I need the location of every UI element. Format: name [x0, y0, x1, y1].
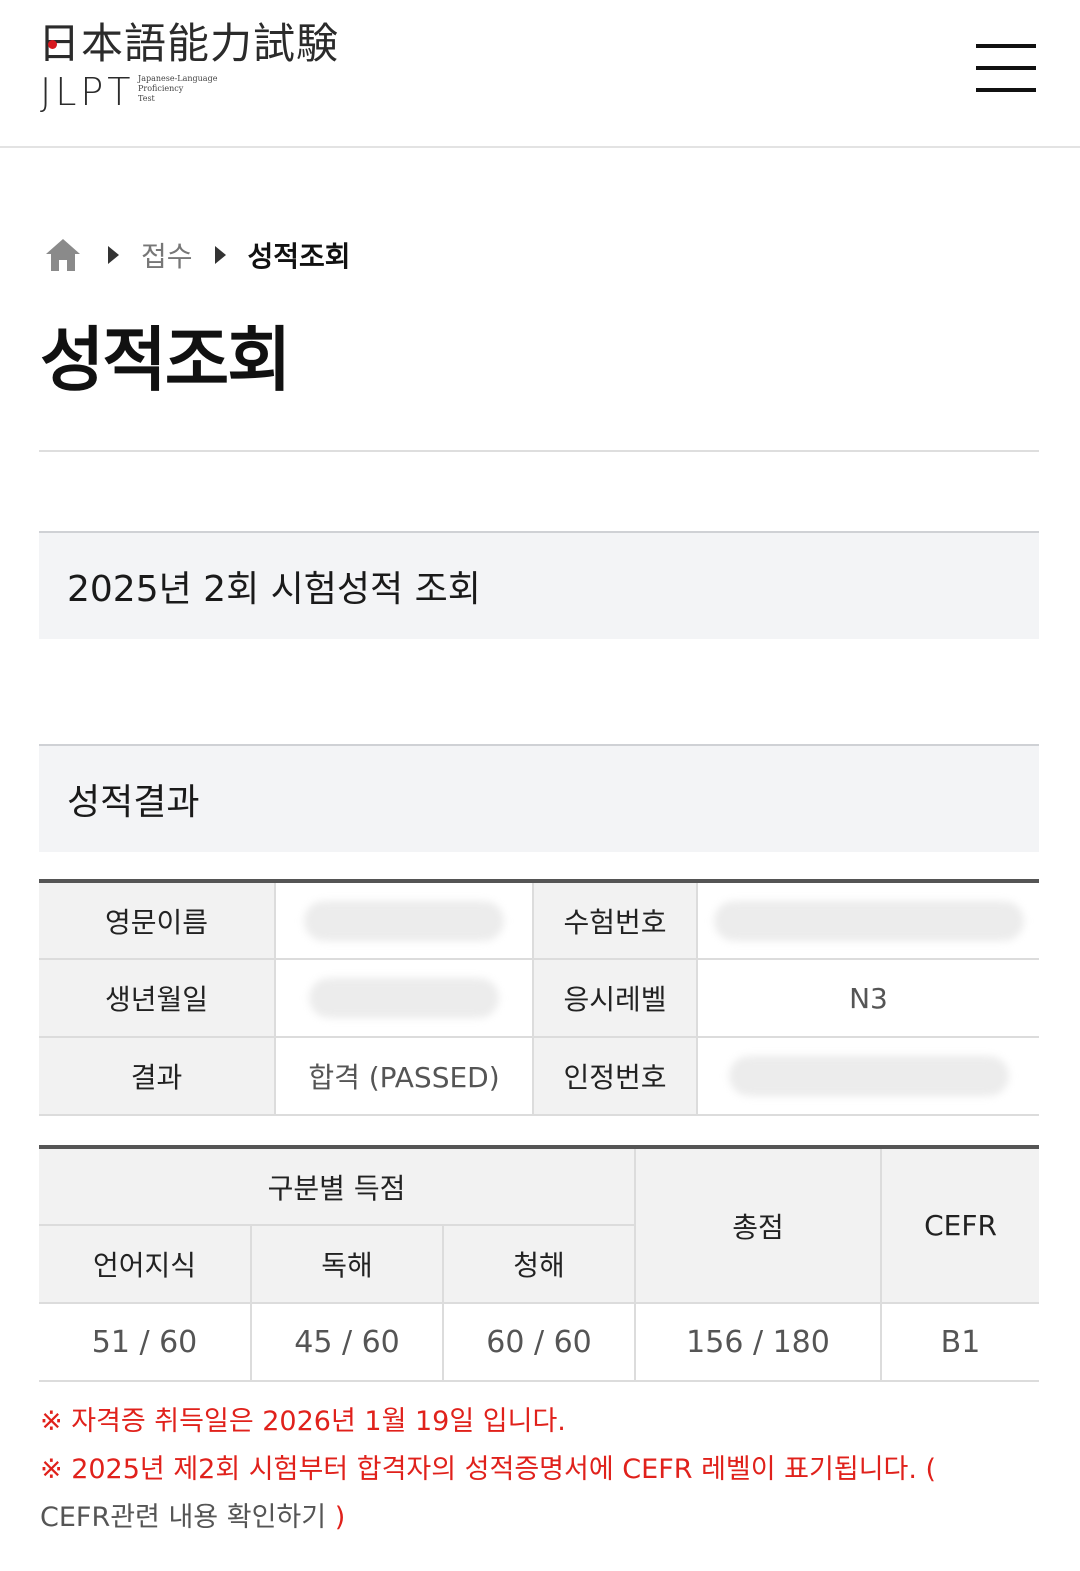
listening-score: 60 / 60	[442, 1303, 635, 1382]
jlpt-logo[interactable]: 日本語能力試験 JLPT Japanese-Language Proficien…	[38, 18, 358, 118]
reading-header: 독해	[250, 1225, 443, 1304]
exam-number-label: 수험번호	[532, 881, 697, 960]
reading-score: 45 / 60	[250, 1303, 443, 1382]
breadcrumb-arrow-icon	[108, 246, 119, 264]
cefr-level: B1	[880, 1303, 1039, 1382]
title-divider	[39, 450, 1039, 452]
home-icon[interactable]	[44, 237, 82, 273]
cefr-link-line: CEFR관련 내용 확인하기 )	[40, 1494, 1050, 1542]
language-knowledge-score: 51 / 60	[39, 1303, 251, 1382]
candidate-info-table: 영문이름 수험번호 생년월일 응시레벨 N3 결과 합격 (PASSED) 인정…	[39, 879, 1039, 1116]
result-section-title: 성적결과	[39, 744, 1039, 852]
section-scores-header: 구분별 득점	[39, 1147, 635, 1226]
total-score-header: 총점	[634, 1147, 881, 1304]
exam-session-title: 2025년 2회 시험성적 조회	[39, 531, 1039, 639]
listening-header: 청해	[442, 1225, 635, 1304]
breadcrumb-item-score-lookup: 성적조회	[247, 240, 351, 273]
cefr-link-close: )	[334, 1502, 346, 1533]
score-header-row: 구분별 득점 총점 CEFR	[39, 1147, 1039, 1304]
breadcrumb-arrow-icon	[214, 246, 226, 264]
score-table: 구분별 득점 총점 CEFR 언어지식 독해 청해 51 / 60 45 / 6…	[39, 1145, 1039, 1382]
english-name-value	[274, 881, 533, 960]
info-row: 생년월일 응시레벨 N3	[39, 959, 1039, 1038]
page-title: 성적조회	[40, 319, 292, 401]
notice-section: ※ 자격증 취득일은 2026년 1월 19일 입니다. ※ 2025년 제2회…	[40, 1398, 1050, 1542]
cert-number-label: 인정번호	[532, 1037, 697, 1116]
breadcrumb-item-application[interactable]: 접수	[141, 235, 193, 275]
logo-abbr-text: JLPT	[40, 70, 135, 114]
info-row: 영문이름 수험번호	[39, 881, 1039, 960]
site-header: 日本語能力試験 JLPT Japanese-Language Proficien…	[0, 0, 1080, 148]
birthdate-value	[274, 959, 533, 1038]
logo-red-dot	[48, 40, 57, 49]
total-score: 156 / 180	[634, 1303, 881, 1382]
cefr-notice: ※ 2025년 제2회 시험부터 합격자의 성적증명서에 CEFR 레벨이 표기…	[40, 1454, 937, 1485]
logo-kanji-text: 日本語能力試験	[38, 19, 340, 68]
language-knowledge-header: 언어지식	[39, 1225, 251, 1304]
level-label: 응시레벨	[532, 959, 697, 1038]
logo-subtitle-text: Japanese-Language Proficiency Test	[138, 74, 218, 103]
breadcrumb: 접수 성적조회	[44, 230, 373, 280]
birthdate-label: 생년월일	[39, 959, 275, 1038]
exam-number-value	[696, 881, 1039, 960]
result-label: 결과	[39, 1037, 275, 1116]
hamburger-menu-icon[interactable]	[976, 42, 1036, 94]
cefr-header: CEFR	[880, 1147, 1039, 1304]
level-value: N3	[696, 959, 1039, 1038]
certificate-date-notice: ※ 자격증 취득일은 2026년 1월 19일 입니다.	[40, 1406, 566, 1437]
result-value: 합격 (PASSED)	[274, 1037, 533, 1116]
english-name-label: 영문이름	[39, 881, 275, 960]
cert-number-value	[696, 1037, 1039, 1116]
cefr-info-link[interactable]: CEFR관련 내용 확인하기	[40, 1502, 326, 1533]
score-values-row: 51 / 60 45 / 60 60 / 60 156 / 180 B1	[39, 1303, 1039, 1382]
info-row: 결과 합격 (PASSED) 인정번호	[39, 1037, 1039, 1116]
